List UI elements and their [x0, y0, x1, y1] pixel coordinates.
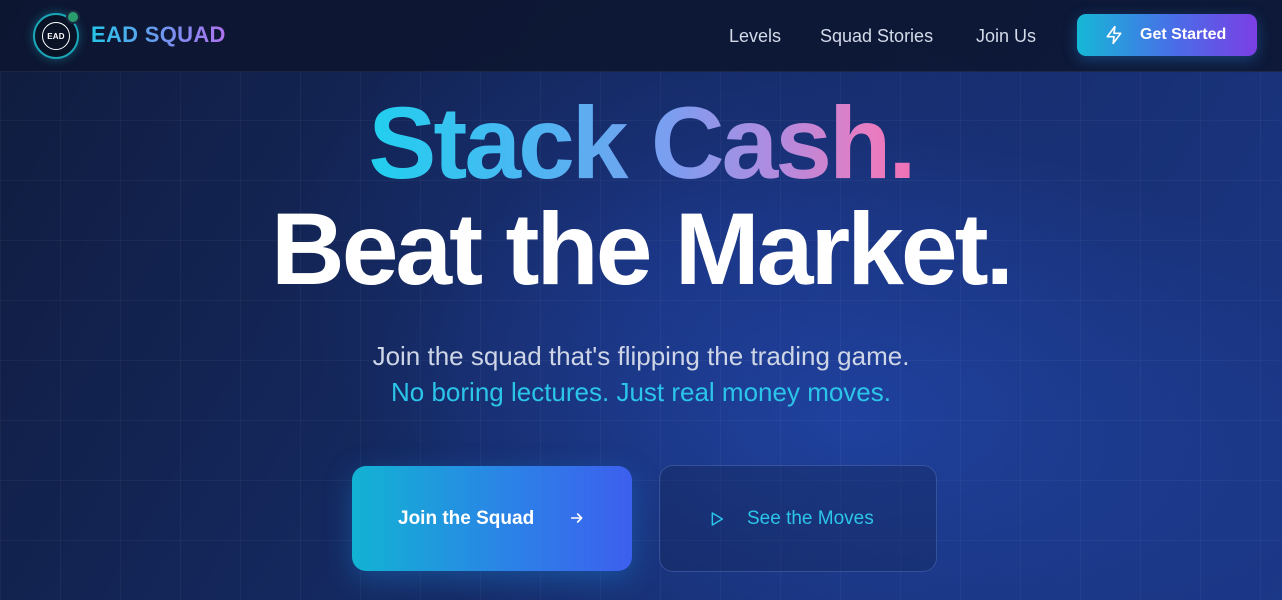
join-the-squad-label: Join the Squad: [398, 508, 535, 529]
status-dot: [66, 10, 80, 24]
play-icon: [711, 512, 724, 526]
arrow-right-icon: [570, 513, 583, 523]
get-started-label: Get Started: [1140, 26, 1227, 43]
headline-line-2: Beat the Market.: [271, 192, 1014, 306]
headline-line-1: Stack Cash.: [0, 88, 1282, 198]
join-the-squad-button[interactable]: Join the Squad: [352, 466, 632, 571]
subtitle-line-2: No boring lectures. Just real money move…: [391, 377, 891, 407]
subtitle-line-1: Join the squad that's flipping the tradi…: [372, 341, 910, 371]
get-started-button[interactable]: Get Started: [1077, 14, 1257, 56]
nav-link-levels[interactable]: Levels: [729, 25, 781, 47]
lightning-bolt-icon: [1106, 25, 1122, 45]
top-navbar: EAD EAD SQUAD Levels Squad Stories Join …: [0, 0, 1282, 72]
brand-name[interactable]: EAD SQUAD: [91, 22, 226, 48]
nav-link-squad-stories[interactable]: Squad Stories: [820, 25, 933, 47]
see-the-moves-button[interactable]: See the Moves: [659, 465, 937, 572]
nav-link-join-us[interactable]: Join Us: [976, 25, 1036, 47]
headline-gradient-text: Stack Cash.: [364, 86, 917, 200]
see-the-moves-label: See the Moves: [747, 508, 874, 529]
logo-mark: EAD: [42, 22, 70, 50]
